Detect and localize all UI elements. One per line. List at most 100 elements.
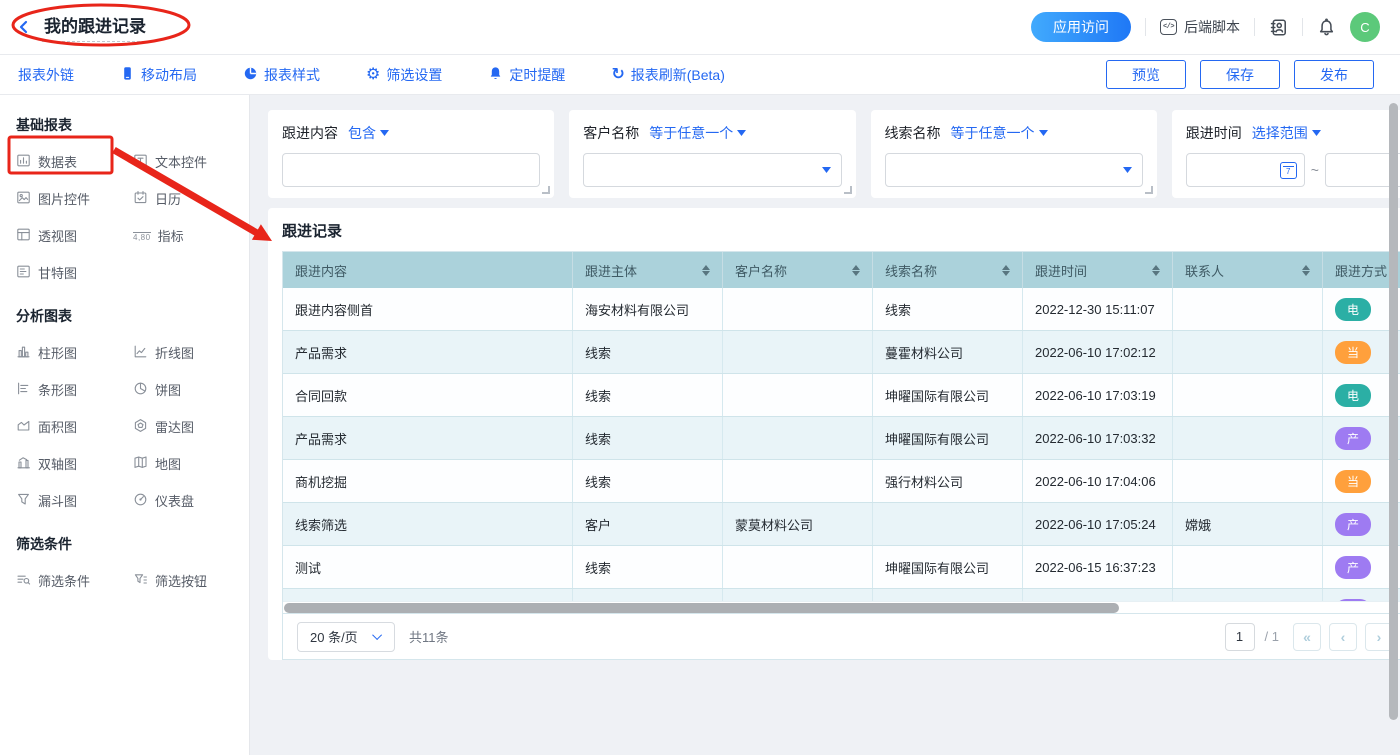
filter-operator-dropdown[interactable]: 等于任意一个 bbox=[951, 123, 1048, 143]
filter-operator-dropdown[interactable]: 选择范围 bbox=[1252, 123, 1321, 143]
toolbar-item-4[interactable]: ⚙筛选设置 bbox=[366, 65, 442, 85]
column-header-5[interactable]: 跟进时间 bbox=[1023, 252, 1173, 288]
sidebar-section: 筛选条件筛选条件筛选按钮 bbox=[16, 534, 233, 590]
cell: 线索 bbox=[873, 288, 1023, 330]
filter-text-input[interactable] bbox=[282, 153, 540, 187]
sidebar-item-label: 地图 bbox=[155, 454, 181, 473]
cell: 坤曜国际有限公司 bbox=[873, 546, 1023, 588]
cell bbox=[283, 589, 573, 601]
first-page-button[interactable]: « bbox=[1293, 623, 1321, 651]
toolbar-item-2[interactable]: 移动布局 bbox=[120, 65, 197, 85]
sidebar-item-pivot-table[interactable]: 透视图 bbox=[16, 226, 133, 245]
sidebar-item-map[interactable]: 地图 bbox=[133, 454, 233, 473]
sidebar-item-calendar[interactable]: 日历 bbox=[133, 189, 233, 208]
filter-operator-dropdown[interactable]: 等于任意一个 bbox=[649, 123, 746, 143]
sidebar-item-image-widget[interactable]: 图片控件 bbox=[16, 189, 133, 208]
cell: 海安材料有限公司 bbox=[573, 288, 723, 330]
sidebar-item-area-chart[interactable]: 面积图 bbox=[16, 417, 133, 436]
toolbar-item-3[interactable]: 报表样式 bbox=[243, 65, 320, 85]
backend-script-button[interactable]: </> 后端脚本 bbox=[1160, 17, 1240, 37]
sidebar-item-bar-chart[interactable]: 条形图 bbox=[16, 380, 133, 399]
data-table-widget[interactable]: 跟进记录 跟进内容跟进主体客户名称线索名称跟进时间联系人跟进方式 跟进内容侧首海… bbox=[268, 208, 1400, 660]
toolbar-refresh-icon: ↻ bbox=[611, 66, 624, 83]
table-row-8[interactable]: 产 bbox=[283, 589, 1400, 601]
sidebar-item-line-chart[interactable]: 折线图 bbox=[133, 343, 233, 362]
sidebar-item-metric[interactable]: 4,80指标 bbox=[133, 226, 233, 245]
table-row-7[interactable]: 测试线索坤曜国际有限公司2022-06-15 16:37:23产 bbox=[283, 546, 1400, 589]
filter-widget-3[interactable]: 线索名称等于任意一个 bbox=[871, 110, 1157, 198]
preview-button[interactable]: 预览 bbox=[1106, 60, 1186, 89]
table-body: 跟进内容侧首海安材料有限公司线索2022-12-30 15:11:07电产品需求… bbox=[283, 288, 1400, 601]
column-chart-icon bbox=[16, 344, 31, 362]
contacts-icon[interactable] bbox=[1269, 18, 1288, 37]
toolbar-reminder-icon bbox=[488, 66, 503, 84]
column-label: 联系人 bbox=[1185, 261, 1224, 280]
divider bbox=[1145, 18, 1146, 36]
resize-handle[interactable] bbox=[542, 186, 550, 194]
filter-widget-1[interactable]: 跟进内容包含 bbox=[268, 110, 554, 198]
sidebar-item-gantt[interactable]: 甘特图 bbox=[16, 263, 133, 282]
column-header-4[interactable]: 线索名称 bbox=[873, 252, 1023, 288]
page-size-select[interactable]: 20 条/页 bbox=[297, 622, 395, 652]
column-label: 线索名称 bbox=[885, 261, 937, 280]
filter-operator-label: 包含 bbox=[348, 123, 376, 143]
notification-bell-icon[interactable] bbox=[1317, 18, 1336, 37]
chevron-down-icon bbox=[372, 630, 382, 640]
filter-select-input[interactable] bbox=[885, 153, 1143, 187]
cell: 强行材料公司 bbox=[873, 460, 1023, 502]
current-page-input[interactable]: 1 bbox=[1225, 623, 1255, 651]
table-row-2[interactable]: 产品需求线索蔓霍材料公司2022-06-10 17:02:12当 bbox=[283, 331, 1400, 374]
toolbar-item-6[interactable]: ↻报表刷新(Beta) bbox=[611, 65, 725, 85]
sidebar-item-funnel-chart[interactable]: 漏斗图 bbox=[16, 491, 133, 510]
sidebar-section-items: 筛选条件筛选按钮 bbox=[16, 571, 233, 590]
sidebar-item-dual-axis[interactable]: 双轴图 bbox=[16, 454, 133, 473]
filter-operator-dropdown[interactable]: 包含 bbox=[348, 123, 389, 143]
follow-method-tag: 产 bbox=[1335, 513, 1371, 536]
table-row-4[interactable]: 产品需求线索坤曜国际有限公司2022-06-10 17:03:32产 bbox=[283, 417, 1400, 460]
code-icon: </> bbox=[1160, 19, 1177, 35]
page-title[interactable]: 我的跟进记录 bbox=[42, 12, 150, 42]
table-row-3[interactable]: 合同回款线索坤曜国际有限公司2022-06-10 17:03:19电 bbox=[283, 374, 1400, 417]
sidebar-item-data-table[interactable]: 数据表 bbox=[16, 152, 133, 171]
column-header-6[interactable]: 联系人 bbox=[1173, 252, 1323, 288]
sidebar-item-radar-chart[interactable]: 雷达图 bbox=[133, 417, 233, 436]
resize-handle[interactable] bbox=[1145, 186, 1153, 194]
back-icon[interactable] bbox=[16, 19, 32, 35]
sidebar-item-column-chart[interactable]: 柱形图 bbox=[16, 343, 133, 362]
table-row-1[interactable]: 跟进内容侧首海安材料有限公司线索2022-12-30 15:11:07电 bbox=[283, 288, 1400, 331]
sidebar-item-text-widget[interactable]: 文本控件 bbox=[133, 152, 233, 171]
app-access-button[interactable]: 应用访问 bbox=[1031, 12, 1131, 42]
table-frame: 跟进内容跟进主体客户名称线索名称跟进时间联系人跟进方式 跟进内容侧首海安材料有限… bbox=[282, 251, 1400, 660]
cell: 蒙莫材料公司 bbox=[723, 503, 873, 545]
save-button[interactable]: 保存 bbox=[1200, 60, 1280, 89]
column-header-2[interactable]: 跟进主体 bbox=[573, 252, 723, 288]
resize-handle[interactable] bbox=[844, 186, 852, 194]
filter-widget-2[interactable]: 客户名称等于任意一个 bbox=[569, 110, 855, 198]
toolbar-item-5[interactable]: 定时提醒 bbox=[488, 65, 565, 85]
sidebar-item-gauge[interactable]: 仪表盘 bbox=[133, 491, 233, 510]
filter-select-input[interactable] bbox=[583, 153, 841, 187]
toolbar-filter-settings-icon: ⚙ bbox=[366, 66, 380, 83]
date-input[interactable]: 7 bbox=[1186, 153, 1305, 187]
table-horizontal-scrollbar[interactable] bbox=[284, 603, 1119, 613]
sidebar-item-label: 透视图 bbox=[38, 226, 77, 245]
toolbar-item-label: 定时提醒 bbox=[509, 65, 565, 85]
sidebar-item-pie-chart[interactable]: 饼图 bbox=[133, 380, 233, 399]
image-widget-icon bbox=[16, 190, 31, 208]
sidebar-item-filter-condition[interactable]: 筛选条件 bbox=[16, 571, 133, 590]
column-header-3[interactable]: 客户名称 bbox=[723, 252, 873, 288]
user-avatar[interactable]: C bbox=[1350, 12, 1380, 42]
top-bar: 我的跟进记录 应用访问 </> 后端脚本 C bbox=[0, 0, 1400, 55]
page-vertical-scrollbar[interactable] bbox=[1389, 103, 1398, 720]
caret-down-icon bbox=[737, 130, 746, 136]
table-row-5[interactable]: 商机挖掘线索强行材料公司2022-06-10 17:04:06当 bbox=[283, 460, 1400, 503]
page-total-indicator: / 1 bbox=[1265, 629, 1279, 644]
prev-page-button[interactable]: ‹ bbox=[1329, 623, 1357, 651]
toolbar-item-1[interactable]: 报表外链 bbox=[18, 65, 74, 85]
table-row-6[interactable]: 线索筛选客户蒙莫材料公司2022-06-10 17:05:24嫦娥产 bbox=[283, 503, 1400, 546]
filter-widget-4[interactable]: 跟进时间选择范围7~7 bbox=[1172, 110, 1400, 198]
page-nav-buttons: «‹›» bbox=[1293, 623, 1400, 651]
sidebar-item-filter-button[interactable]: 筛选按钮 bbox=[133, 571, 233, 590]
publish-button[interactable]: 发布 bbox=[1294, 60, 1374, 89]
table-viewport: 跟进内容跟进主体客户名称线索名称跟进时间联系人跟进方式 跟进内容侧首海安材料有限… bbox=[283, 252, 1400, 601]
